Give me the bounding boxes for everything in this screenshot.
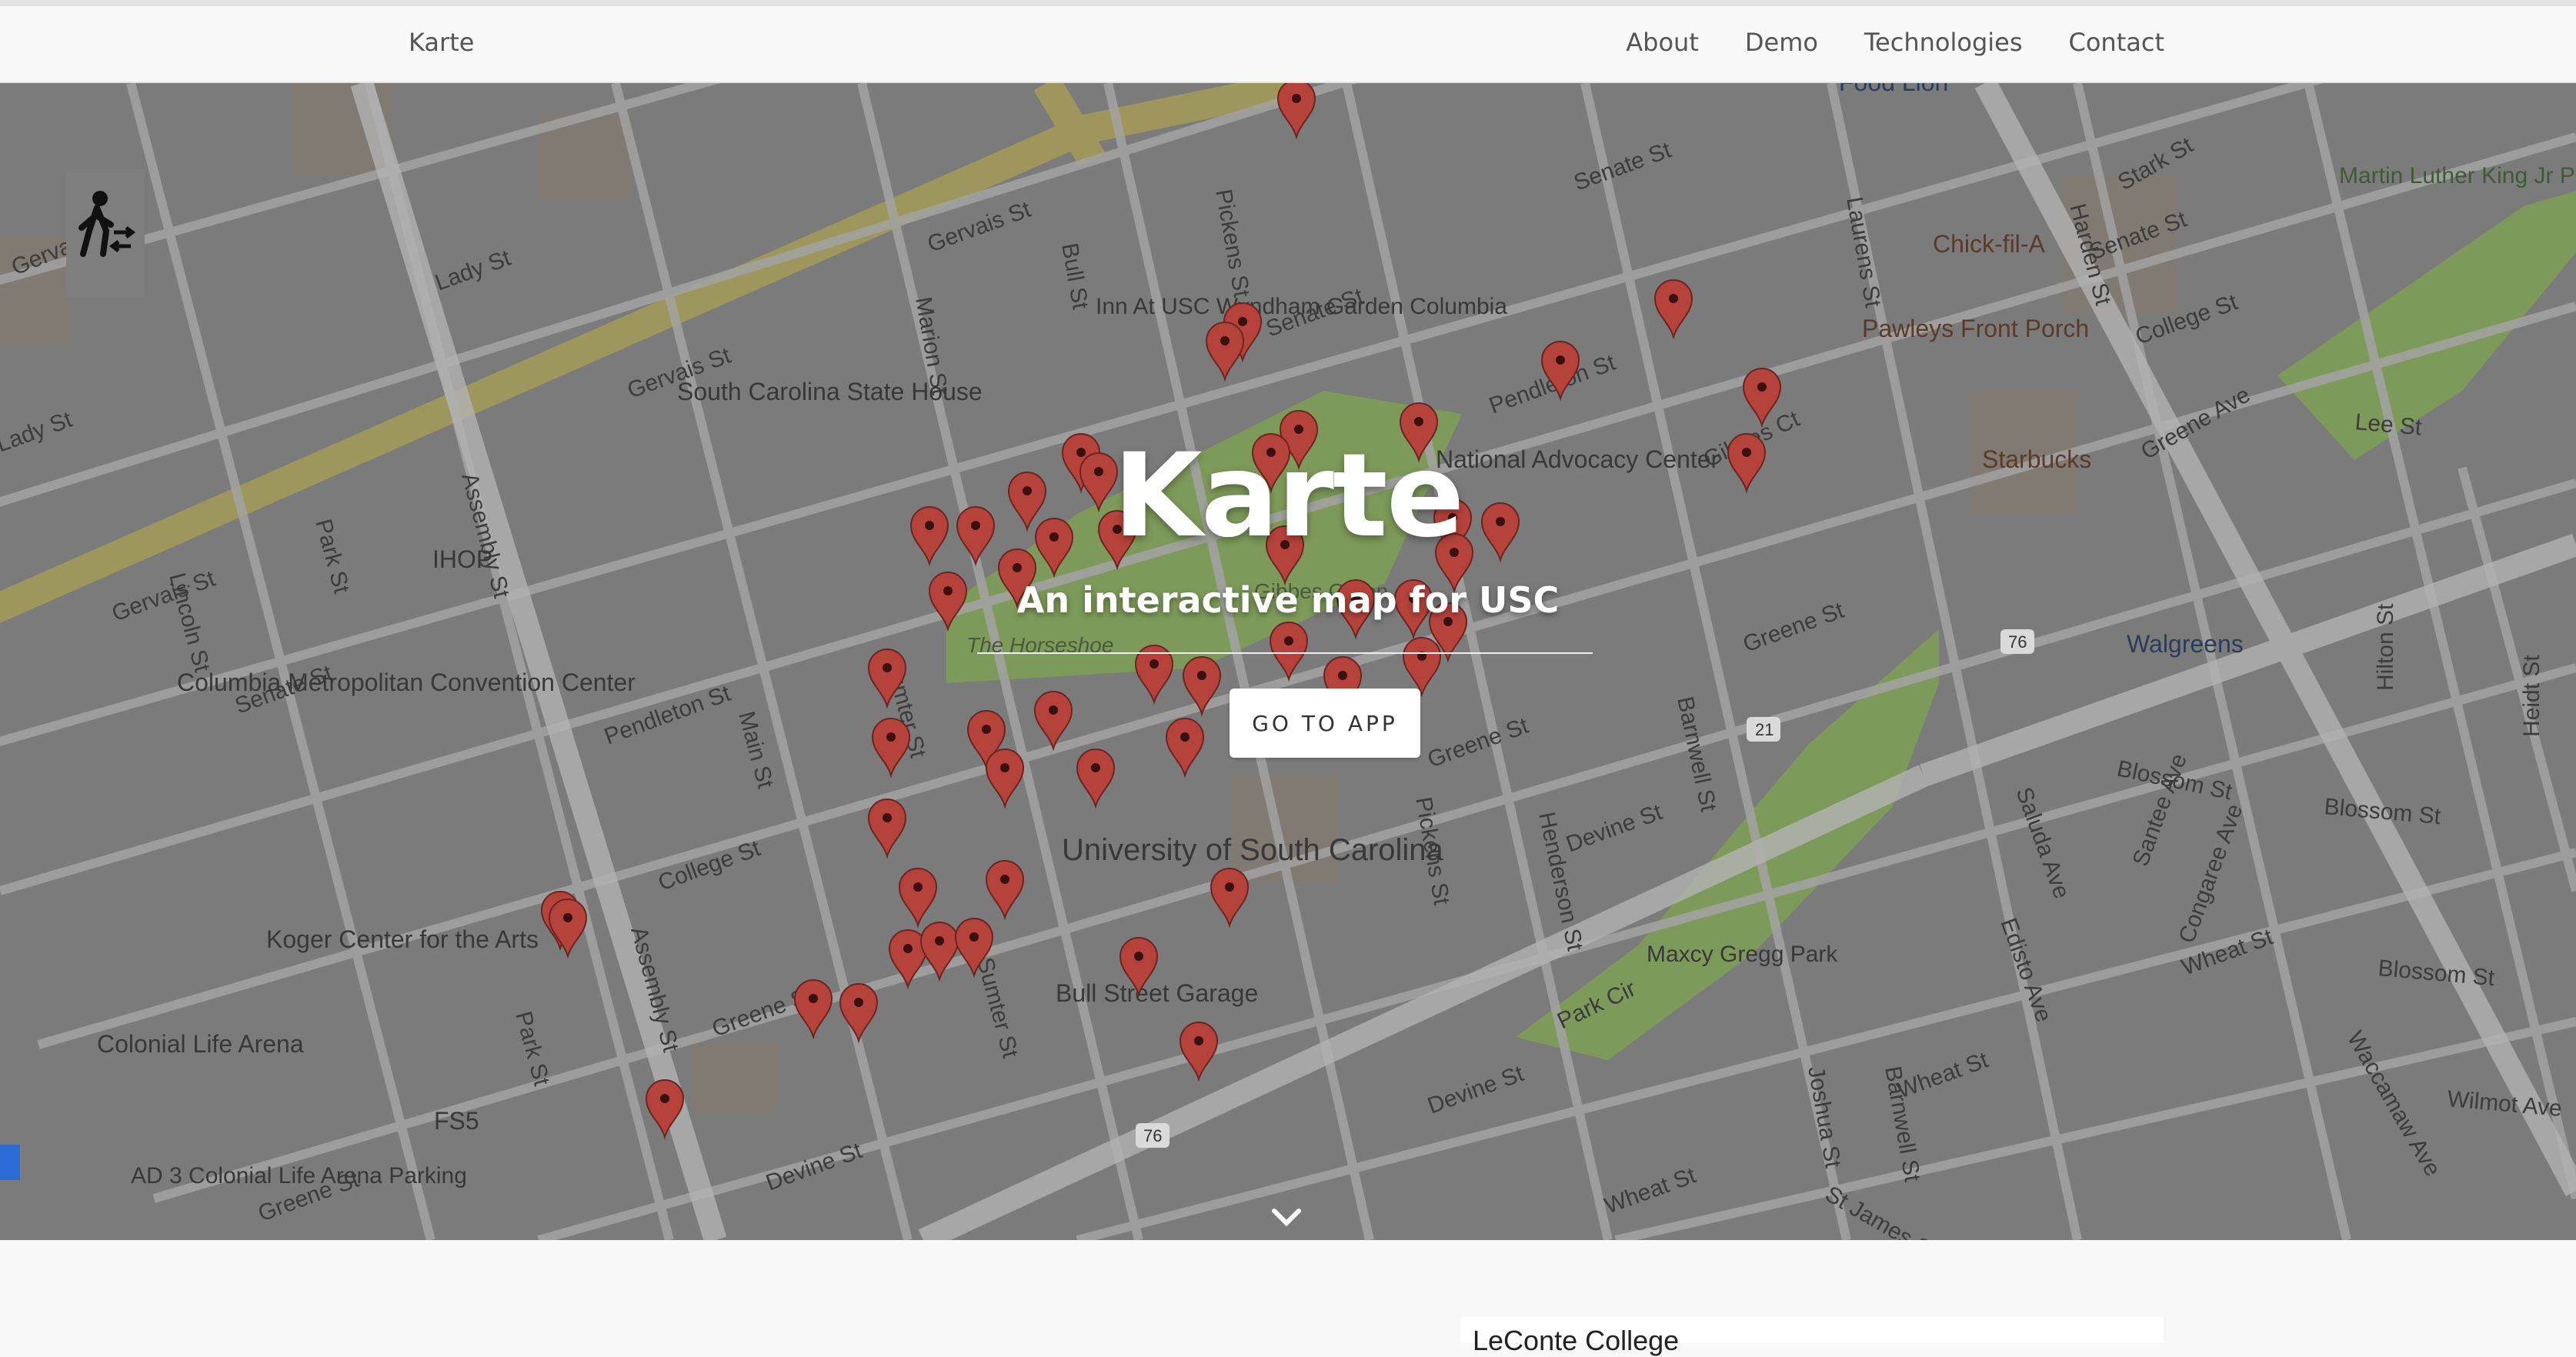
map-background[interactable]: Gervais St Gervais St Gervais St Gervais… [0, 83, 2576, 1240]
brand-link[interactable]: Karte [409, 28, 474, 57]
poi-label: South Carolina State House [677, 378, 983, 405]
poi-label: Food Lion [1839, 83, 1948, 96]
navbar: Karte About Demo Technologies Contact [0, 6, 2576, 83]
go-to-app-button[interactable]: GO TO APP [1230, 689, 1420, 758]
location-card[interactable]: LeConte College [1460, 1317, 2164, 1356]
poi-label: Maxcy Gregg Park [1647, 942, 1838, 967]
road-shield-label: 76 [1143, 1126, 1162, 1145]
poi-label: Inn At USC Wyndham Garden Columbia [1096, 294, 1507, 319]
poi-label: Koger Center for the Arts [266, 925, 539, 953]
poi-label: Columbia Metropolitan Convention Center [177, 668, 636, 696]
poi-label: Pawleys Front Porch [1862, 315, 2089, 342]
nav-link-demo[interactable]: Demo [1745, 28, 1818, 57]
accessibility-control[interactable] [66, 169, 145, 297]
nav-link-contact[interactable]: Contact [2069, 28, 2165, 57]
card-title: LeConte College [1473, 1325, 1680, 1356]
hero-divider [977, 652, 1593, 654]
poi-label: University of South Carolina [1062, 833, 1444, 867]
poi-label: Walgreens [2127, 630, 2244, 658]
chevron-down-icon[interactable] [1268, 1205, 1305, 1233]
hero-map-section: Gervais St Gervais St Gervais St Gervais… [0, 83, 2576, 1240]
top-border [0, 0, 2576, 6]
poi-label: Martin Luther King Jr Park [2339, 163, 2576, 188]
nav-link-technologies[interactable]: Technologies [1864, 28, 2023, 57]
transit-icon [0, 1145, 20, 1180]
pedestrian-transfer-icon [78, 191, 136, 257]
content-section [0, 1240, 2576, 1343]
road-shield-label: 21 [1755, 720, 1774, 739]
poi-label: Colonial Life Arena [97, 1030, 304, 1058]
nav-links: About Demo Technologies Contact [1626, 28, 2164, 57]
nav-link-about[interactable]: About [1626, 28, 1699, 57]
poi-label: FS5 [434, 1107, 479, 1135]
poi-label: Chick-fil-A [1933, 230, 2045, 258]
road-shield-label: 76 [2008, 632, 2027, 652]
hero-title: Karte [1113, 429, 1465, 563]
hero-subtitle: An interactive map for USC [1016, 579, 1560, 621]
poi-label: Bull Street Garage [1056, 979, 1258, 1007]
poi-label: AD 3 Colonial Life Arena Parking [131, 1163, 467, 1189]
street-label: Heidt St [2519, 655, 2544, 737]
